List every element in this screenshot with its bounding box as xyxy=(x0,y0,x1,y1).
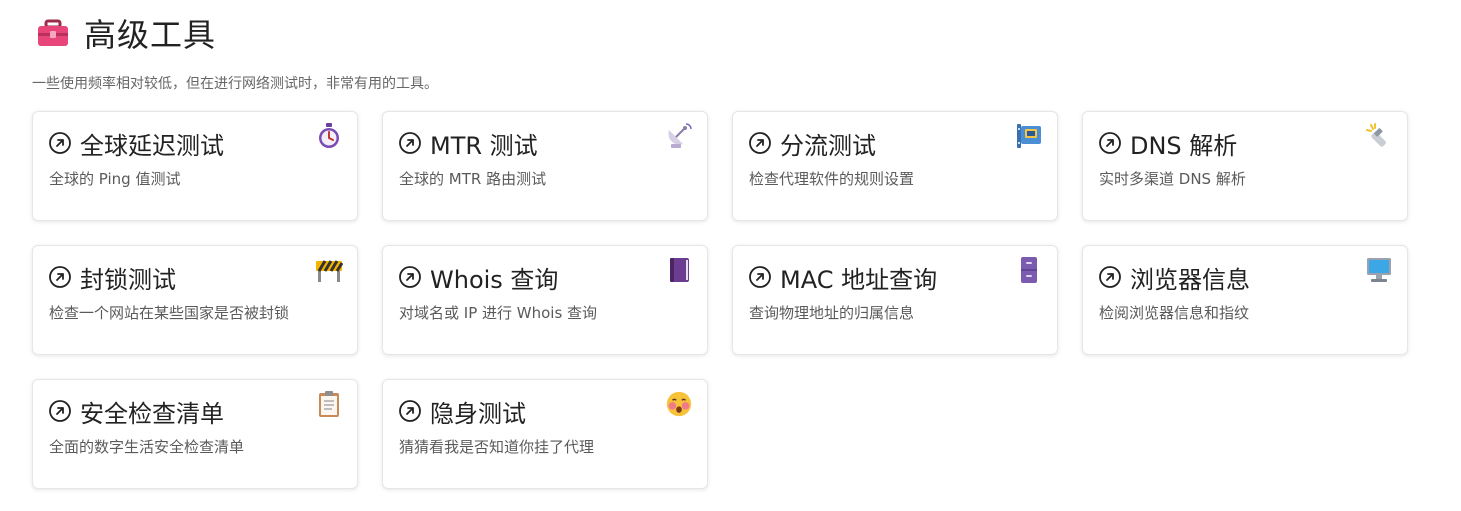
tool-card-global-latency[interactable]: 全球延迟测试 全球的 Ping 值测试 xyxy=(32,111,358,221)
page-subtitle: 一些使用频率相对较低，但在进行网络测试时，非常有用的工具。 xyxy=(32,76,438,92)
flashlight-icon xyxy=(1365,122,1393,150)
book-icon xyxy=(665,256,693,284)
card-description: 检阅浏览器信息和指纹 xyxy=(1099,304,1250,322)
card-title: 全球延迟测试 xyxy=(80,131,224,160)
arrow-up-right-circle-icon xyxy=(398,131,422,155)
card-title-row: 浏览器信息 xyxy=(1098,261,1250,294)
page: 高级工具 一些使用频率相对较低，但在进行网络测试时，非常有用的工具。 全球延迟测… xyxy=(0,0,1461,511)
arrow-up-right-circle-icon xyxy=(748,131,772,155)
page-title: 高级工具 xyxy=(84,16,217,54)
card-title: MTR 测试 xyxy=(430,131,538,160)
card-title-row: Whois 查询 xyxy=(398,261,559,294)
arrow-up-right-circle-icon xyxy=(398,265,422,289)
tool-card-split-test[interactable]: 分流测试 检查代理软件的规则设置 xyxy=(732,111,1058,221)
card-title-row: MAC 地址查询 xyxy=(748,261,938,294)
clipboard-icon xyxy=(315,390,343,418)
tool-grid: 全球延迟测试 全球的 Ping 值测试 MTR 测试 全球的 MTR 路由测试 xyxy=(32,111,1408,489)
arrow-up-right-circle-icon xyxy=(48,399,72,423)
tool-card-whois-lookup[interactable]: Whois 查询 对域名或 IP 进行 Whois 查询 xyxy=(382,245,708,355)
card-description: 查询物理地址的归属信息 xyxy=(749,304,915,322)
tool-card-mac-lookup[interactable]: MAC 地址查询 查询物理地址的归属信息 xyxy=(732,245,1058,355)
stopwatch-icon xyxy=(315,122,343,150)
tool-card-browser-info[interactable]: 浏览器信息 检阅浏览器信息和指纹 xyxy=(1082,245,1408,355)
card-title: 封锁测试 xyxy=(80,265,176,294)
construction-barrier-icon xyxy=(315,256,343,284)
page-header: 高级工具 xyxy=(36,8,216,58)
card-description: 检查一个网站在某些国家是否被封锁 xyxy=(49,304,290,322)
card-description: 猜猜看我是否知道你挂了代理 xyxy=(399,438,595,456)
card-title: 浏览器信息 xyxy=(1130,265,1250,294)
card-title-row: 隐身测试 xyxy=(398,395,526,428)
desktop-computer-icon xyxy=(1365,256,1393,284)
tool-card-dns-lookup[interactable]: DNS 解析 实时多渠道 DNS 解析 xyxy=(1082,111,1408,221)
toolbox-icon xyxy=(36,18,70,48)
arrow-up-right-circle-icon xyxy=(1098,131,1122,155)
tool-card-mtr-test[interactable]: MTR 测试 全球的 MTR 路由测试 xyxy=(382,111,708,221)
card-title-row: 全球延迟测试 xyxy=(48,127,224,160)
card-description: 全面的数字生活安全检查清单 xyxy=(49,438,245,456)
arrow-up-right-circle-icon xyxy=(748,265,772,289)
face-emoji-icon xyxy=(665,390,693,418)
card-description: 检查代理软件的规则设置 xyxy=(749,170,915,188)
arrow-up-right-circle-icon xyxy=(48,265,72,289)
card-description: 对域名或 IP 进行 Whois 查询 xyxy=(399,304,598,322)
card-title: 分流测试 xyxy=(780,131,876,160)
card-description: 全球的 MTR 路由测试 xyxy=(399,170,547,188)
card-title-row: 安全检查清单 xyxy=(48,395,224,428)
card-description: 全球的 Ping 值测试 xyxy=(49,170,181,188)
card-title: MAC 地址查询 xyxy=(780,265,938,294)
card-title: DNS 解析 xyxy=(1130,131,1238,160)
control-panel-icon xyxy=(1015,122,1043,150)
tool-card-stealth-test[interactable]: 隐身测试 猜猜看我是否知道你挂了代理 xyxy=(382,379,708,489)
tool-card-block-test[interactable]: 封锁测试 检查一个网站在某些国家是否被封锁 xyxy=(32,245,358,355)
card-title-row: DNS 解析 xyxy=(1098,127,1238,160)
card-title-row: 封锁测试 xyxy=(48,261,176,294)
card-title-row: 分流测试 xyxy=(748,127,876,160)
card-description: 实时多渠道 DNS 解析 xyxy=(1099,170,1246,188)
card-title: 安全检查清单 xyxy=(80,399,224,428)
arrow-up-right-circle-icon xyxy=(48,131,72,155)
card-title: 隐身测试 xyxy=(430,399,526,428)
tool-card-security-checklist[interactable]: 安全检查清单 全面的数字生活安全检查清单 xyxy=(32,379,358,489)
arrow-up-right-circle-icon xyxy=(398,399,422,423)
arrow-up-right-circle-icon xyxy=(1098,265,1122,289)
file-cabinet-icon xyxy=(1015,256,1043,284)
card-title: Whois 查询 xyxy=(430,265,559,294)
card-title-row: MTR 测试 xyxy=(398,127,538,160)
satellite-dish-icon xyxy=(665,122,693,150)
